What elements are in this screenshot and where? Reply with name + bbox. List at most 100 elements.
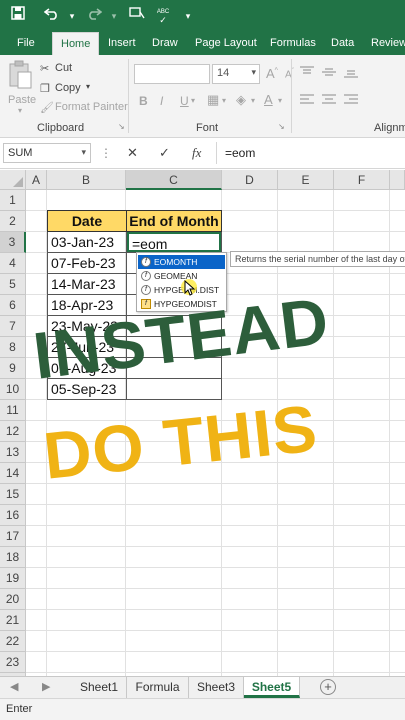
sheet-tab-sheet5[interactable]: Sheet5 [244, 677, 300, 698]
sheet-tab-formula[interactable]: Formula [127, 677, 189, 698]
font-color-dropdown-icon[interactable]: ▾ [278, 96, 282, 105]
font-size-box[interactable]: 14 ▾ [212, 64, 260, 84]
row-header-13[interactable]: 13 [0, 442, 26, 463]
save-icon[interactable] [8, 6, 28, 26]
customize-qat-icon[interactable]: ▾ [178, 6, 198, 26]
row-header-3[interactable]: 3 [0, 232, 26, 253]
copy-dropdown-icon[interactable]: ▾ [86, 82, 90, 91]
row-header-19[interactable]: 19 [0, 568, 26, 589]
undo-dropdown-icon[interactable]: ▾ [62, 6, 82, 26]
cut-button[interactable]: Cut [55, 62, 72, 74]
redo-dropdown-icon[interactable]: ▾ [104, 6, 124, 26]
active-cell-c3[interactable]: =eom [127, 232, 221, 252]
row-header-4[interactable]: 4 [0, 253, 26, 274]
row-header-14[interactable]: 14 [0, 463, 26, 484]
formula-bar-options-icon[interactable]: ⋮ [100, 146, 112, 160]
row-header-7[interactable]: 7 [0, 316, 26, 337]
sheet-tab-sheet3[interactable]: Sheet3 [189, 677, 244, 698]
font-size-dropdown-icon[interactable]: ▾ [251, 67, 256, 78]
column-header-b[interactable]: B [47, 170, 126, 190]
scroll-left-icon[interactable]: ◀ [10, 680, 18, 693]
row-header-6[interactable]: 6 [0, 295, 26, 316]
date-cell[interactable]: 14-Mar-23 [47, 274, 127, 295]
formula-input[interactable]: =eom [225, 146, 255, 160]
fill-color-icon[interactable]: ◈ [236, 92, 246, 108]
align-right-icon[interactable] [343, 93, 359, 107]
row-header-2[interactable]: 2 [0, 211, 26, 232]
row-header-23[interactable]: 23 [0, 652, 26, 673]
column-header-a[interactable]: A [26, 170, 47, 190]
row-header-5[interactable]: 5 [0, 274, 26, 295]
format-icon[interactable] [127, 6, 147, 26]
spelling-icon[interactable]: ABC ✓ [152, 6, 174, 26]
row-header-22[interactable]: 22 [0, 631, 26, 652]
tab-file[interactable]: File [17, 32, 35, 55]
align-left-icon[interactable] [299, 93, 315, 107]
row-header-15[interactable]: 15 [0, 484, 26, 505]
paste-icon[interactable] [7, 60, 33, 90]
sheet-tab-sheet1[interactable]: Sheet1 [72, 677, 127, 698]
tab-review[interactable]: Review [371, 32, 405, 55]
column-header-g[interactable] [390, 170, 405, 190]
row-header-10[interactable]: 10 [0, 379, 26, 400]
increase-font-icon[interactable]: A^ [266, 66, 278, 81]
bold-button[interactable]: B [139, 94, 148, 108]
tab-data[interactable]: Data [331, 32, 354, 55]
copy-button[interactable]: Copy [55, 82, 81, 94]
row-header-11[interactable]: 11 [0, 400, 26, 421]
font-name-box[interactable] [134, 64, 210, 84]
autocomplete-item-geomean[interactable]: f GEOMEAN [138, 269, 225, 283]
font-color-icon[interactable]: A [264, 92, 273, 107]
borders-dropdown-icon[interactable]: ▾ [222, 96, 226, 105]
decrease-font-icon[interactable]: Aˇ [285, 68, 294, 80]
row-header-9[interactable]: 9 [0, 358, 26, 379]
fill-color-dropdown-icon[interactable]: ▾ [251, 96, 255, 105]
align-top-icon[interactable] [299, 65, 315, 79]
row-header-1[interactable]: 1 [0, 190, 26, 211]
tab-formulas[interactable]: Formulas [270, 32, 316, 55]
name-box-dropdown-icon[interactable]: ▾ [81, 147, 86, 158]
row-header-20[interactable]: 20 [0, 589, 26, 610]
align-bottom-icon[interactable] [343, 65, 359, 79]
paste-dropdown-icon[interactable]: ▾ [18, 106, 22, 115]
font-launcher-icon[interactable]: ↘ [278, 122, 285, 131]
column-header-d[interactable]: D [222, 170, 278, 190]
row-header-21[interactable]: 21 [0, 610, 26, 631]
column-header-c[interactable]: C [126, 170, 222, 190]
paste-button[interactable]: Paste [8, 94, 36, 106]
row-header-16[interactable]: 16 [0, 505, 26, 526]
column-header-e[interactable]: E [278, 170, 334, 190]
tab-page-layout[interactable]: Page Layout [195, 32, 257, 55]
tab-home[interactable]: Home [52, 32, 100, 56]
name-box[interactable]: SUM ▾ [3, 143, 91, 163]
italic-button[interactable]: I [160, 94, 163, 108]
redo-icon[interactable] [84, 6, 104, 26]
enter-button[interactable]: ✓ [159, 145, 170, 161]
insert-function-button[interactable]: fx [192, 145, 201, 161]
end-of-month-cell[interactable] [126, 379, 222, 400]
header-date[interactable]: Date [47, 210, 127, 232]
align-middle-icon[interactable] [321, 65, 337, 79]
autocomplete-item-eomonth[interactable]: f EOMONTH [138, 255, 225, 269]
row-header-12[interactable]: 12 [0, 421, 26, 442]
align-center-icon[interactable] [321, 93, 337, 107]
borders-icon[interactable]: ▦ [207, 92, 219, 108]
underline-button[interactable]: U [180, 94, 189, 108]
row-header-8[interactable]: 8 [0, 337, 26, 358]
header-end-of-month[interactable]: End of Month [126, 210, 222, 232]
clipboard-launcher-icon[interactable]: ↘ [118, 122, 125, 131]
underline-dropdown-icon[interactable]: ▾ [191, 96, 195, 105]
column-header-f[interactable]: F [334, 170, 390, 190]
select-all-corner[interactable] [0, 170, 26, 190]
date-cell[interactable]: 07-Feb-23 [47, 253, 127, 274]
format-painter-button[interactable]: Format Painter [55, 101, 128, 113]
undo-icon[interactable] [42, 6, 62, 26]
row-header-17[interactable]: 17 [0, 526, 26, 547]
add-sheet-icon[interactable]: + [320, 679, 336, 695]
cancel-button[interactable]: ✕ [127, 145, 138, 161]
row-header-18[interactable]: 18 [0, 547, 26, 568]
date-cell[interactable]: 03-Jan-23 [47, 232, 127, 253]
tab-insert[interactable]: Insert [108, 32, 136, 55]
scroll-right-icon[interactable]: ▶ [42, 680, 50, 693]
tab-draw[interactable]: Draw [152, 32, 178, 55]
